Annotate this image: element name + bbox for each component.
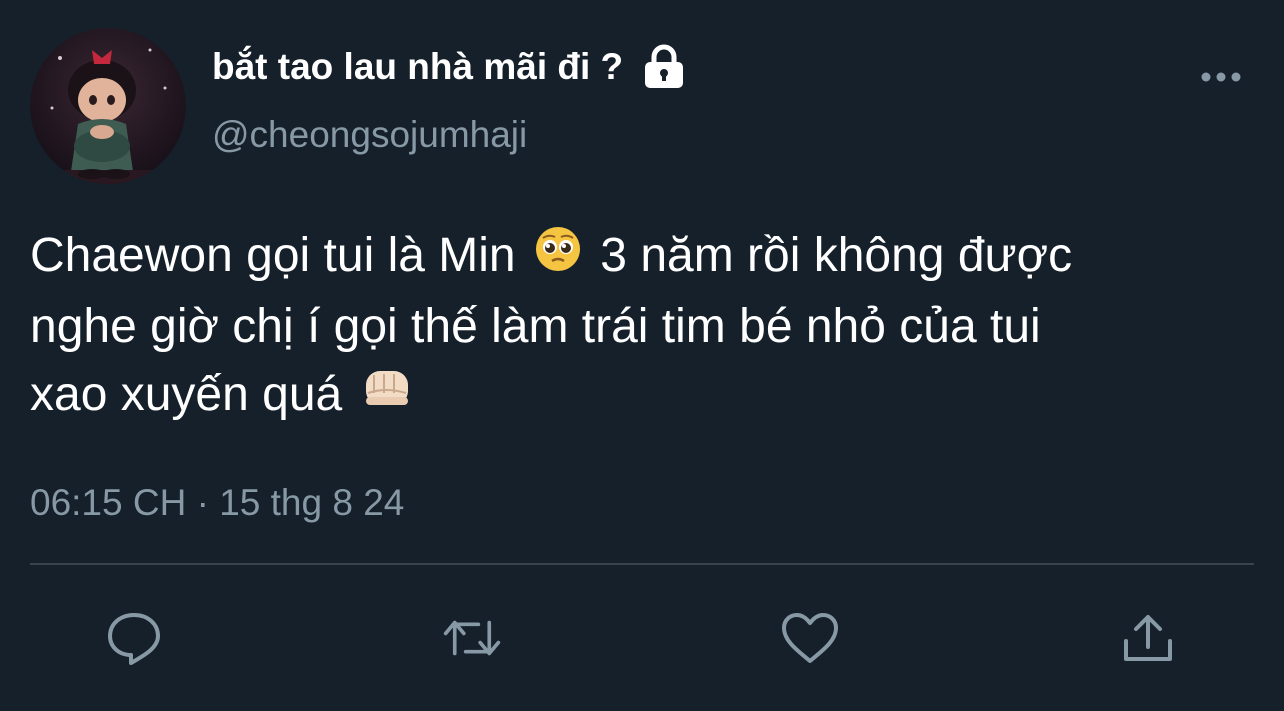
display-name[interactable]: bắt tao lau nhà mãi đi ? — [212, 46, 623, 88]
reply-icon — [108, 613, 160, 665]
lock-icon — [643, 44, 685, 90]
pleading-face-icon — [533, 224, 583, 293]
divider — [30, 563, 1254, 565]
tweet-timestamp[interactable]: 06:15 CH · 15 thg 8 24 — [30, 482, 404, 524]
avatar[interactable] — [30, 28, 186, 184]
tweet-text-line-1a: Chaewon gọi tui là Min — [30, 229, 516, 282]
like-button[interactable] — [780, 608, 840, 668]
tweet-text-line-3: xao xuyến quá — [30, 361, 1260, 432]
tweet-text-line-1: Chaewon gọi tui là Min 3 năm rồi không đ… — [30, 222, 1260, 293]
share-icon — [1124, 615, 1172, 661]
retweet-icon — [443, 620, 501, 656]
more-options-icon[interactable] — [1198, 66, 1244, 88]
avatar-image — [30, 28, 186, 184]
user-handle[interactable]: @cheongsojumhaji — [212, 114, 527, 156]
reply-button[interactable] — [104, 608, 164, 668]
tweet-text: Chaewon gọi tui là Min 3 năm rồi không đ… — [30, 222, 1260, 432]
share-button[interactable] — [1118, 608, 1178, 668]
retweet-button[interactable] — [442, 608, 502, 668]
oncoming-fist-icon — [360, 363, 414, 432]
tweet-text-line-1b: 3 năm rồi không được — [600, 229, 1073, 282]
heart-icon — [782, 613, 838, 663]
tweet-card: bắt tao lau nhà mãi đi ? @cheongsojumhaj… — [0, 0, 1284, 711]
tweet-text-line-3-text: xao xuyến quá — [30, 367, 343, 421]
tweet-text-line-2: nghe giờ chị í gọi thế làm trái tim bé n… — [30, 299, 1041, 353]
display-name-row: bắt tao lau nhà mãi đi ? — [212, 44, 685, 90]
